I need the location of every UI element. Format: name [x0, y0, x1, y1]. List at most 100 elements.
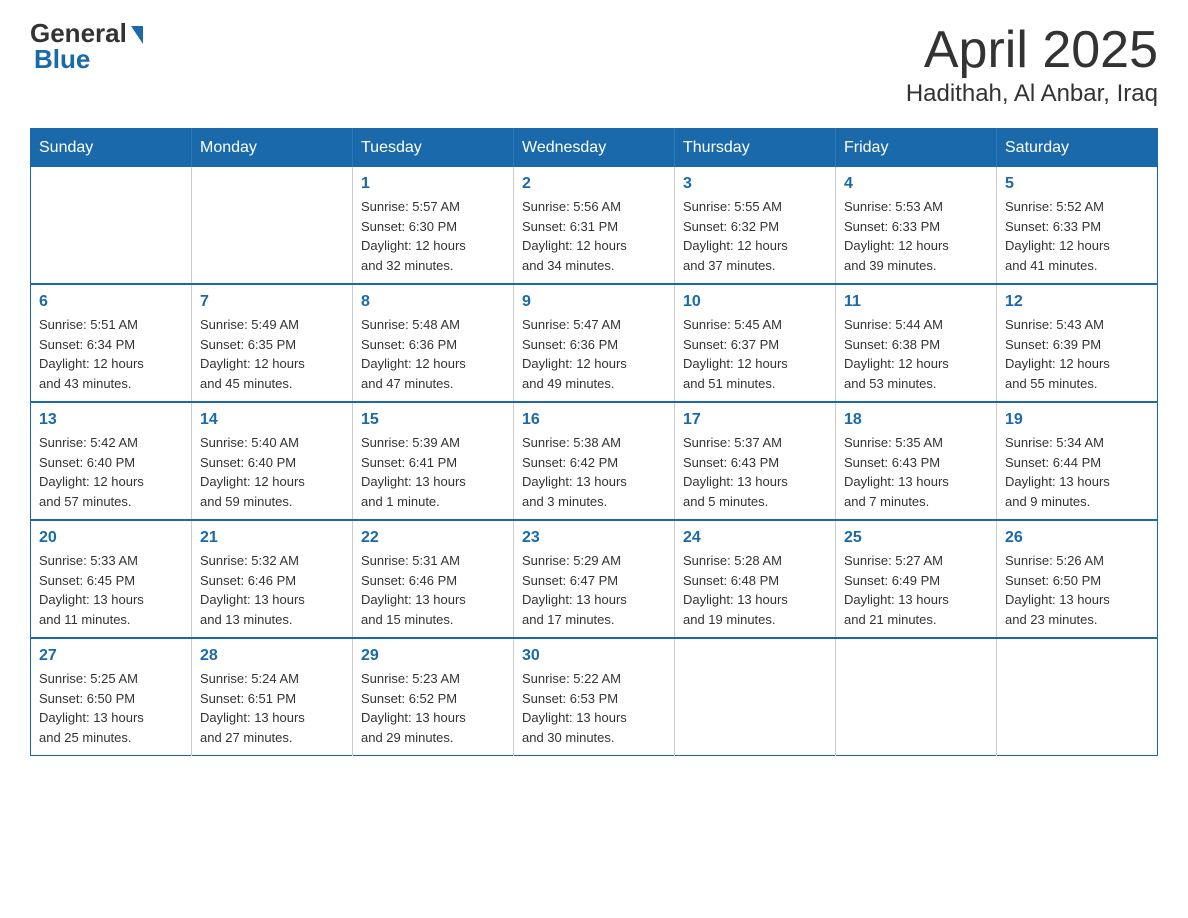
day-number: 4 [844, 175, 988, 193]
day-number: 19 [1005, 411, 1149, 429]
day-number: 1 [361, 175, 505, 193]
calendar-cell [675, 638, 836, 756]
calendar-cell: 20 Sunrise: 5:33 AM Sunset: 6:45 PM Dayli… [31, 520, 192, 638]
day-info: Sunrise: 5:31 AM Sunset: 6:46 PM Dayligh… [361, 551, 505, 629]
day-info: Sunrise: 5:52 AM Sunset: 6:33 PM Dayligh… [1005, 197, 1149, 275]
day-number: 3 [683, 175, 827, 193]
logo-blue-text: Blue [32, 46, 143, 72]
calendar-cell: 3Sunrise: 5:55 AM Sunset: 6:32 PM Daylig… [675, 167, 836, 284]
calendar-header-friday: Friday [836, 129, 997, 168]
calendar-cell: 14 Sunrise: 5:40 AM Sunset: 6:40 PM Dayli… [192, 402, 353, 520]
day-info: Sunrise: 5:29 AM Sunset: 6:47 PM Dayligh… [522, 551, 666, 629]
calendar-cell [997, 638, 1158, 756]
day-number: 28 [200, 647, 344, 665]
logo: General Blue [30, 20, 143, 72]
day-number: 25 [844, 529, 988, 547]
day-info: Sunrise: 5:53 AM Sunset: 6:33 PM Dayligh… [844, 197, 988, 275]
calendar-cell: 27Sunrise: 5:25 AM Sunset: 6:50 PM Dayli… [31, 638, 192, 756]
calendar-cell: 26 Sunrise: 5:26 AM Sunset: 6:50 PM Dayli… [997, 520, 1158, 638]
calendar-cell: 10Sunrise: 5:45 AM Sunset: 6:37 PM Dayli… [675, 284, 836, 402]
calendar-cell: 24 Sunrise: 5:28 AM Sunset: 6:48 PM Dayli… [675, 520, 836, 638]
day-number: 17 [683, 411, 827, 429]
calendar-cell: 23 Sunrise: 5:29 AM Sunset: 6:47 PM Dayli… [514, 520, 675, 638]
day-info: Sunrise: 5:39 AM Sunset: 6:41 PM Dayligh… [361, 433, 505, 511]
day-number: 22 [361, 529, 505, 547]
day-number: 9 [522, 293, 666, 311]
day-info: Sunrise: 5:49 AM Sunset: 6:35 PM Dayligh… [200, 315, 344, 393]
day-info: Sunrise: 5:40 AM Sunset: 6:40 PM Dayligh… [200, 433, 344, 511]
day-info: Sunrise: 5:33 AM Sunset: 6:45 PM Dayligh… [39, 551, 183, 629]
day-info: Sunrise: 5:56 AM Sunset: 6:31 PM Dayligh… [522, 197, 666, 275]
calendar-week-row: 27Sunrise: 5:25 AM Sunset: 6:50 PM Dayli… [31, 638, 1158, 756]
day-number: 23 [522, 529, 666, 547]
day-number: 16 [522, 411, 666, 429]
calendar-subtitle: Hadithah, Al Anbar, Iraq [906, 80, 1158, 108]
calendar-title: April 2025 [906, 20, 1158, 80]
day-number: 2 [522, 175, 666, 193]
day-number: 18 [844, 411, 988, 429]
day-info: Sunrise: 5:44 AM Sunset: 6:38 PM Dayligh… [844, 315, 988, 393]
day-number: 6 [39, 293, 183, 311]
day-number: 5 [1005, 175, 1149, 193]
day-info: Sunrise: 5:51 AM Sunset: 6:34 PM Dayligh… [39, 315, 183, 393]
calendar-cell: 7 Sunrise: 5:49 AM Sunset: 6:35 PM Daylig… [192, 284, 353, 402]
day-info: Sunrise: 5:42 AM Sunset: 6:40 PM Dayligh… [39, 433, 183, 511]
logo-arrow-icon [131, 26, 143, 44]
calendar-week-row: 20 Sunrise: 5:33 AM Sunset: 6:45 PM Dayli… [31, 520, 1158, 638]
calendar-cell: 9 Sunrise: 5:47 AM Sunset: 6:36 PM Daylig… [514, 284, 675, 402]
day-info: Sunrise: 5:24 AM Sunset: 6:51 PM Dayligh… [200, 669, 344, 747]
day-number: 29 [361, 647, 505, 665]
day-number: 26 [1005, 529, 1149, 547]
calendar-cell [836, 638, 997, 756]
day-number: 13 [39, 411, 183, 429]
calendar-cell: 25Sunrise: 5:27 AM Sunset: 6:49 PM Dayli… [836, 520, 997, 638]
calendar-header-sunday: Sunday [31, 129, 192, 168]
day-number: 21 [200, 529, 344, 547]
day-number: 14 [200, 411, 344, 429]
calendar-cell: 30 Sunrise: 5:22 AM Sunset: 6:53 PM Dayli… [514, 638, 675, 756]
day-info: Sunrise: 5:38 AM Sunset: 6:42 PM Dayligh… [522, 433, 666, 511]
day-info: Sunrise: 5:37 AM Sunset: 6:43 PM Dayligh… [683, 433, 827, 511]
title-section: April 2025 Hadithah, Al Anbar, Iraq [906, 20, 1158, 108]
calendar-cell: 11Sunrise: 5:44 AM Sunset: 6:38 PM Dayli… [836, 284, 997, 402]
calendar-cell: 19 Sunrise: 5:34 AM Sunset: 6:44 PM Dayli… [997, 402, 1158, 520]
calendar-header-tuesday: Tuesday [353, 129, 514, 168]
day-info: Sunrise: 5:47 AM Sunset: 6:36 PM Dayligh… [522, 315, 666, 393]
calendar-cell: 21 Sunrise: 5:32 AM Sunset: 6:46 PM Dayli… [192, 520, 353, 638]
calendar-cell: 2 Sunrise: 5:56 AM Sunset: 6:31 PM Daylig… [514, 167, 675, 284]
calendar-cell: 29Sunrise: 5:23 AM Sunset: 6:52 PM Dayli… [353, 638, 514, 756]
day-number: 7 [200, 293, 344, 311]
day-info: Sunrise: 5:26 AM Sunset: 6:50 PM Dayligh… [1005, 551, 1149, 629]
calendar-header-thursday: Thursday [675, 129, 836, 168]
calendar-cell [31, 167, 192, 284]
calendar-cell [192, 167, 353, 284]
day-info: Sunrise: 5:32 AM Sunset: 6:46 PM Dayligh… [200, 551, 344, 629]
calendar-cell: 8Sunrise: 5:48 AM Sunset: 6:36 PM Daylig… [353, 284, 514, 402]
logo-general: General [30, 20, 143, 46]
day-info: Sunrise: 5:22 AM Sunset: 6:53 PM Dayligh… [522, 669, 666, 747]
calendar-header-monday: Monday [192, 129, 353, 168]
day-number: 8 [361, 293, 505, 311]
calendar-cell: 28 Sunrise: 5:24 AM Sunset: 6:51 PM Dayli… [192, 638, 353, 756]
day-number: 20 [39, 529, 183, 547]
calendar-cell: 16 Sunrise: 5:38 AM Sunset: 6:42 PM Dayli… [514, 402, 675, 520]
calendar-header-saturday: Saturday [997, 129, 1158, 168]
calendar-cell: 4 Sunrise: 5:53 AM Sunset: 6:33 PM Daylig… [836, 167, 997, 284]
calendar-week-row: 13 Sunrise: 5:42 AM Sunset: 6:40 PM Dayli… [31, 402, 1158, 520]
calendar-cell: 5 Sunrise: 5:52 AM Sunset: 6:33 PM Daylig… [997, 167, 1158, 284]
calendar-header-row: SundayMondayTuesdayWednesdayThursdayFrid… [31, 129, 1158, 168]
calendar-cell: 18Sunrise: 5:35 AM Sunset: 6:43 PM Dayli… [836, 402, 997, 520]
calendar-cell: 13 Sunrise: 5:42 AM Sunset: 6:40 PM Dayli… [31, 402, 192, 520]
calendar-header-wednesday: Wednesday [514, 129, 675, 168]
calendar-cell: 6 Sunrise: 5:51 AM Sunset: 6:34 PM Daylig… [31, 284, 192, 402]
calendar-week-row: 6 Sunrise: 5:51 AM Sunset: 6:34 PM Daylig… [31, 284, 1158, 402]
day-info: Sunrise: 5:45 AM Sunset: 6:37 PM Dayligh… [683, 315, 827, 393]
day-number: 24 [683, 529, 827, 547]
day-info: Sunrise: 5:43 AM Sunset: 6:39 PM Dayligh… [1005, 315, 1149, 393]
page-header: General Blue April 2025 Hadithah, Al Anb… [30, 20, 1158, 108]
day-number: 30 [522, 647, 666, 665]
day-info: Sunrise: 5:34 AM Sunset: 6:44 PM Dayligh… [1005, 433, 1149, 511]
calendar-cell: 17 Sunrise: 5:37 AM Sunset: 6:43 PM Dayli… [675, 402, 836, 520]
day-info: Sunrise: 5:28 AM Sunset: 6:48 PM Dayligh… [683, 551, 827, 629]
calendar-cell: 15Sunrise: 5:39 AM Sunset: 6:41 PM Dayli… [353, 402, 514, 520]
